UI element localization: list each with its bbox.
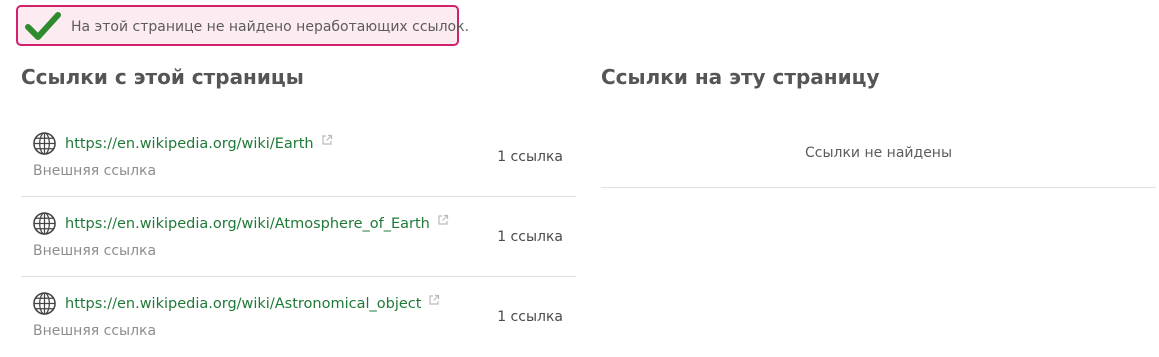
link-type: Внешняя ссылка bbox=[33, 163, 157, 179]
link-row: https://en.wikipedia.org/wiki/Astronomic… bbox=[21, 277, 576, 357]
link-url[interactable]: https://en.wikipedia.org/wiki/Earth bbox=[65, 134, 333, 152]
incoming-links-empty: Ссылки не найдены bbox=[601, 117, 1156, 188]
external-link-icon bbox=[438, 214, 448, 225]
link-type: Внешняя ссылка bbox=[33, 243, 157, 259]
link-count: 1 ссылка bbox=[497, 309, 563, 325]
success-notice: На этой странице не найдено неработающих… bbox=[16, 5, 469, 46]
external-link-icon bbox=[429, 294, 440, 305]
incoming-links-heading: Ссылки на эту страницу bbox=[601, 65, 880, 89]
outgoing-links-heading: Ссылки с этой страницы bbox=[21, 65, 304, 89]
link-count: 1 ссылка bbox=[497, 229, 563, 245]
external-link-icon bbox=[322, 134, 332, 145]
link-url[interactable]: https://en.wikipedia.org/wiki/Astronomic… bbox=[65, 294, 440, 312]
link-type: Внешняя ссылка bbox=[33, 323, 157, 339]
link-url-text: https://en.wikipedia.org/wiki/Atmosphere… bbox=[65, 216, 430, 232]
globe-icon bbox=[33, 212, 56, 235]
empty-state-text: Ссылки не найдены bbox=[804, 145, 953, 161]
link-url-text: https://en.wikipedia.org/wiki/Earth bbox=[65, 136, 314, 152]
notice-message: На этой странице не найдено неработающих… bbox=[71, 19, 470, 35]
link-row: https://en.wikipedia.org/wiki/Earth Внеш… bbox=[21, 117, 576, 197]
outgoing-links-list: https://en.wikipedia.org/wiki/Earth Внеш… bbox=[21, 117, 576, 357]
globe-icon bbox=[33, 132, 56, 155]
link-count: 1 ссылка bbox=[497, 149, 563, 165]
checkmark-icon bbox=[25, 12, 61, 40]
globe-icon bbox=[33, 292, 56, 315]
link-url[interactable]: https://en.wikipedia.org/wiki/Atmosphere… bbox=[65, 214, 449, 232]
link-row: https://en.wikipedia.org/wiki/Atmosphere… bbox=[21, 197, 576, 277]
link-url-text: https://en.wikipedia.org/wiki/Astronomic… bbox=[65, 296, 422, 312]
